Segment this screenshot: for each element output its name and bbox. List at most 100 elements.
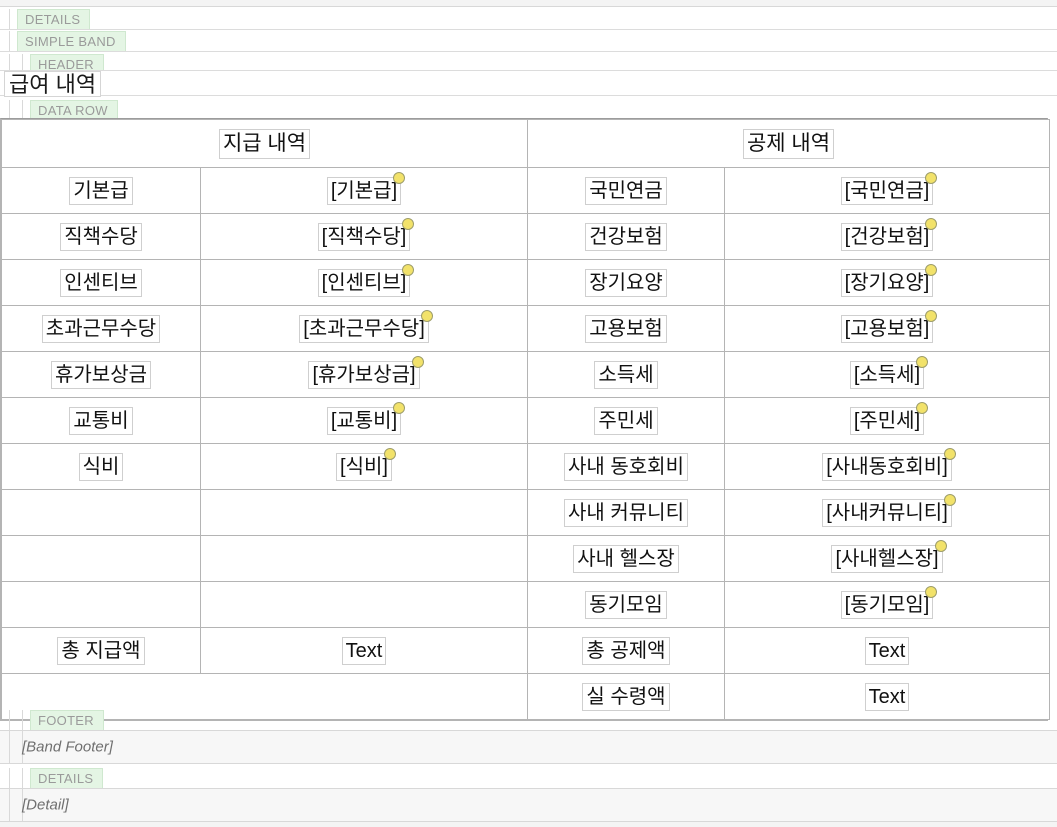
band-details-bottom[interactable]: DETAILS [0,768,1057,788]
deduction-label[interactable]: 사내 동호회비 [564,452,688,481]
pay-label-cell [1,489,201,536]
pay-value-cell: [인센티브] [200,259,528,306]
pay-value-cell: [기본급] [200,167,528,214]
deduction-label-cell: 장기요양 [527,259,725,306]
deduction-value[interactable]: [동기모임] [840,585,938,619]
deduction-value[interactable]: [소득세] [849,355,929,389]
top-edge-strip [0,0,1057,7]
pay-value[interactable]: [초과근무수당] [299,309,433,343]
pay-label-cell [1,581,201,628]
pay-value[interactable]: [교통비] [326,401,406,435]
data-binding-marker-icon [916,401,929,414]
deduction-value-cell: [국민연금] [724,167,1050,214]
pay-value[interactable]: [직책수당] [317,217,415,251]
pay-label-cell: 기본급 [1,167,201,214]
deduction-label-cell: 소득세 [527,351,725,398]
band-label-simple-band[interactable]: SIMPLE BAND [17,31,126,51]
pay-value-cell [200,535,528,582]
pay-label[interactable]: 초과근무수당 [41,314,161,343]
band-divider-2 [0,51,1057,52]
deduction-value[interactable]: [주민세] [849,401,929,435]
band-label-footer[interactable]: FOOTER [30,710,104,730]
band-details-top[interactable]: DETAILS [0,9,1057,29]
deduction-value-cell: [소득세] [724,351,1050,398]
data-binding-marker-icon [402,217,415,230]
deduction-label-cell: 고용보험 [527,305,725,352]
table-header-label[interactable]: 지급 내역 [218,128,311,159]
deduction-label-cell: 국민연금 [527,167,725,214]
pay-value-cell: [식비] [200,443,528,490]
table-row: 휴가보상금 [휴가보상금] 소득세 [소득세] [1,351,1050,398]
pay-value-cell: [초과근무수당] [200,305,528,352]
pay-label-cell: 직책수당 [1,213,201,260]
deduction-label-cell: 사내 헬스장 [527,535,725,582]
band-simple[interactable]: SIMPLE BAND [0,31,1057,51]
deduction-value-cell: [주민세] [724,397,1050,444]
pay-value[interactable]: [인센티브] [317,263,415,297]
pay-value[interactable]: [식비] [336,447,396,481]
pay-label[interactable]: 기본급 [69,176,133,205]
band-data-row[interactable]: DATA ROW [0,100,1057,120]
deduction-value[interactable]: Text [864,636,910,665]
deduction-value[interactable]: [고용보험] [840,309,938,343]
pay-label-cell: 인센티브 [1,259,201,306]
deduction-label[interactable]: 건강보험 [585,222,667,251]
deduction-label[interactable]: 사내 커뮤니티 [564,498,688,527]
pay-value[interactable]: Text [341,636,387,665]
deduction-value-cell: [동기모임] [724,581,1050,628]
pay-label[interactable]: 직책수당 [60,222,142,251]
deduction-value[interactable]: [사내헬스장] [831,539,947,573]
deduction-label[interactable]: 사내 헬스장 [573,544,679,573]
band-detail-content[interactable]: [Detail] [0,788,1057,822]
deduction-label[interactable]: 주민세 [594,406,658,435]
band-footer[interactable]: FOOTER [0,710,1057,730]
deduction-value[interactable]: [사내동호회비] [822,447,956,481]
band-label-details-top[interactable]: DETAILS [17,9,91,29]
pay-label-cell: 총 지급액 [1,627,201,674]
pay-label[interactable]: 교통비 [69,406,133,435]
pay-value[interactable]: [휴가보상금] [308,355,424,389]
deduction-label-cell: 주민세 [527,397,725,444]
deduction-label[interactable]: 고용보험 [585,314,667,343]
report-title[interactable]: 급여 내역 [4,71,102,97]
pay-label[interactable]: 휴가보상금 [51,360,151,389]
deduction-value-cell: [사내동호회비] [724,443,1050,490]
deduction-label[interactable]: 국민연금 [585,176,667,205]
pay-label[interactable]: 식비 [78,452,124,481]
pay-value[interactable]: [기본급] [326,171,406,205]
deduction-value-cell: [건강보험] [724,213,1050,260]
data-binding-marker-icon [943,493,956,506]
header-band-canvas: 급여 내역 [0,70,1057,97]
deduction-label[interactable]: 동기모임 [585,590,667,619]
table-row: 직책수당 [직책수당] 건강보험 [건강보험] [1,213,1050,260]
payroll-table: 지급 내역 공제 내역기본급 [기본급] 국민연금 [국민연금] 직책수당 [직책수당] 건강… [1,119,1050,720]
deduction-label-cell: 총 공제액 [527,627,725,674]
deduction-label-cell: 동기모임 [527,581,725,628]
table-header-label[interactable]: 공제 내역 [742,128,835,159]
band-label-details-bottom[interactable]: DETAILS [30,768,104,788]
data-binding-marker-icon [402,263,415,276]
pay-value-cell: [직책수당] [200,213,528,260]
pay-label-cell: 휴가보상금 [1,351,201,398]
deduction-label[interactable]: 소득세 [594,360,658,389]
pay-label[interactable]: 인센티브 [60,268,142,297]
deduction-value[interactable]: [장기요양] [840,263,938,297]
data-binding-marker-icon [393,401,406,414]
deduction-value-cell: [사내헬스장] [724,535,1050,582]
deduction-value[interactable]: [사내커뮤니티] [822,493,956,527]
table-header-cell: 지급 내역 [1,119,528,168]
deduction-value-cell: [장기요양] [724,259,1050,306]
deduction-label[interactable]: 장기요양 [585,268,667,297]
pay-label[interactable]: 총 지급액 [57,636,145,665]
band-divider-1 [0,29,1057,30]
deduction-label[interactable]: 총 공제액 [582,636,670,665]
deduction-value[interactable]: [건강보험] [840,217,938,251]
table-row: 인센티브 [인센티브] 장기요양 [장기요양] [1,259,1050,306]
deduction-label[interactable]: 실 수령액 [582,682,670,711]
band-label-data-row[interactable]: DATA ROW [30,100,118,120]
band-footer-content[interactable]: [Band Footer] [0,730,1057,764]
table-row: 교통비 [교통비] 주민세 [주민세] [1,397,1050,444]
data-binding-marker-icon [411,355,424,368]
deduction-value[interactable]: [국민연금] [840,171,938,205]
deduction-value[interactable]: Text [864,682,910,711]
